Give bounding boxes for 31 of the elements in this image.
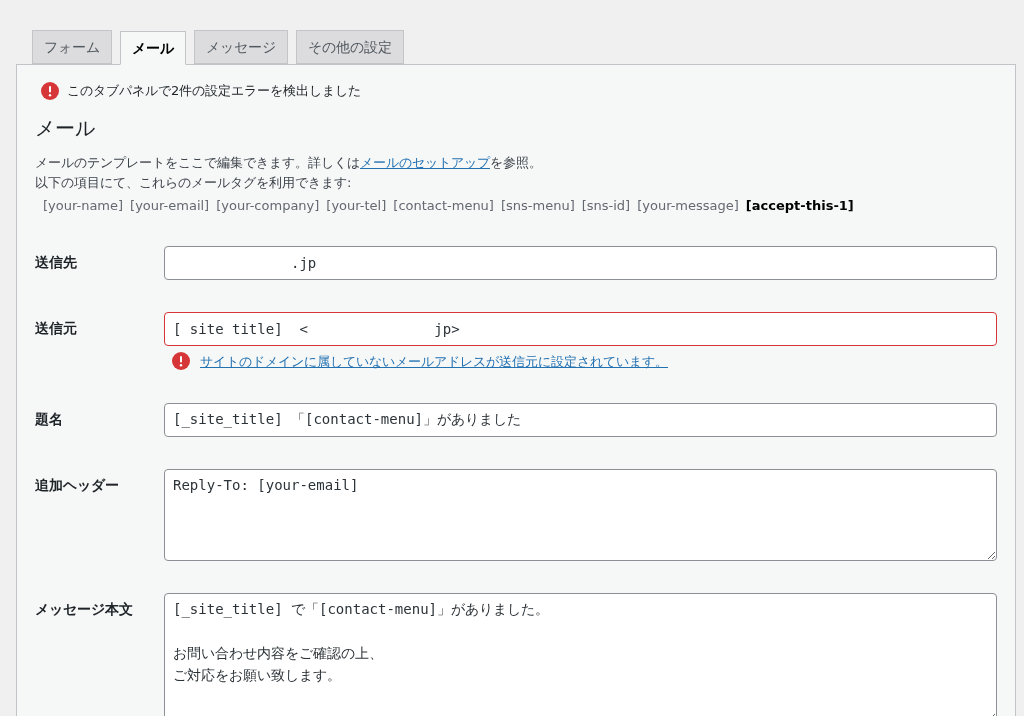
description-text: メールのテンプレートをここで編集できます。詳しくはメールのセットアップを参照。 bbox=[35, 153, 543, 172]
text-area[interactable]: [_site_title] で「[contact-menu]」がありました。 お問い合わせ内容をご確認の上、 ご対応をお願い致します。 bbox=[164, 593, 997, 716]
error-notice: このタブパネルで2件の設定エラーを検出しました bbox=[67, 82, 362, 100]
field-label: 送信先 bbox=[35, 252, 78, 272]
field-label: 送信元 bbox=[35, 318, 78, 338]
field-label: 追加ヘッダー bbox=[35, 476, 120, 495]
text-area[interactable]: Reply-To: [your-email] bbox=[164, 469, 997, 561]
field-label: 題名 bbox=[35, 410, 64, 429]
mail-tag: [your-company] bbox=[216, 195, 320, 216]
mail-tag: [your-name] bbox=[43, 195, 124, 216]
tags-intro: 以下の項目にて、これらのメールタグを利用できます: bbox=[35, 173, 353, 192]
field-label: メッセージ本文 bbox=[35, 600, 134, 619]
mail-tag: [your-email] bbox=[130, 195, 210, 216]
mail-tag: [contact-menu] bbox=[393, 195, 494, 216]
text-field[interactable]: [_site_title] < jp> bbox=[164, 311, 997, 346]
mail-tag: [sns-id] bbox=[581, 195, 631, 216]
text-field[interactable]: [_site_title] 「[contact-menu]」がありました bbox=[164, 403, 997, 437]
mail-tag: [sns-menu] bbox=[500, 195, 575, 216]
mail-tag: [accept-this-1] bbox=[745, 195, 854, 216]
mail-setup-link[interactable]: メールのセットアップ bbox=[360, 154, 490, 170]
error-icon bbox=[172, 352, 190, 371]
mail-tag: [your-tel] bbox=[326, 195, 387, 216]
mail-tag: [your-message] bbox=[637, 195, 739, 216]
error-icon bbox=[41, 81, 59, 100]
tab[interactable]: その他の設定 bbox=[296, 30, 404, 64]
text-field[interactable]: .jp bbox=[164, 245, 997, 280]
error-message-link[interactable]: サイトのドメインに属していないメールアドレスが送信元に設定されています。 bbox=[200, 351, 668, 371]
section-heading: メール bbox=[35, 114, 96, 142]
tab[interactable]: フォーム bbox=[32, 30, 112, 64]
tab[interactable]: メッセージ bbox=[194, 30, 288, 64]
tab[interactable]: メール bbox=[120, 31, 186, 65]
